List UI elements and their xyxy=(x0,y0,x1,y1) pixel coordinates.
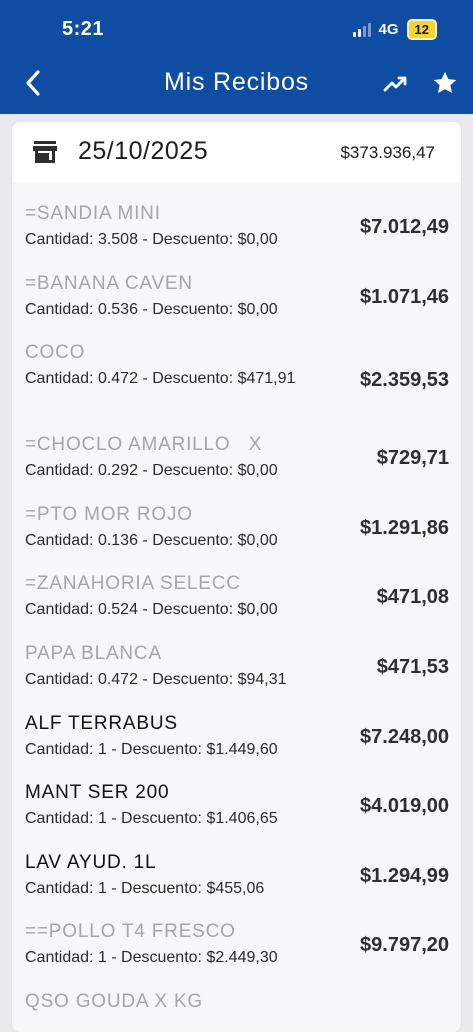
list-item[interactable]: MANT SER 200 Cantidad: 1 - Descuento: $1… xyxy=(12,779,461,849)
item-price: $1.294,99 xyxy=(360,864,449,887)
item-detail: Cantidad: 3.508 - Descuento: $0,00 xyxy=(25,231,278,248)
signal-icon xyxy=(352,22,371,37)
list-item[interactable]: =SANDIA MINI Cantidad: 3.508 - Descuento… xyxy=(12,200,461,270)
receipt-header[interactable]: 25/10/2025 $373.936,47 xyxy=(12,122,461,182)
item-price: $729,71 xyxy=(376,447,449,470)
item-detail: Cantidad: 0.472 - Descuento: $94,31 xyxy=(25,670,287,688)
item-name: QSO GOUDA X KG xyxy=(25,990,204,1012)
item-price: $9.797,20 xyxy=(360,934,449,957)
network-type: 4G xyxy=(378,21,399,38)
item-detail: Cantidad: 1 - Descuento: $1.449,60 xyxy=(25,740,278,758)
item-price: $1.071,46 xyxy=(360,285,449,308)
item-name: =ZANAHORIA SELECC xyxy=(25,573,241,595)
list-item[interactable]: ==POLLO T4 FRESCO Cantidad: 1 - Descuent… xyxy=(12,918,461,988)
list-item[interactable]: COCO Cantidad: 0.472 - Descuento: $471,9… xyxy=(12,339,461,431)
star-icon[interactable] xyxy=(431,69,459,97)
item-price: $7.248,00 xyxy=(360,725,449,748)
list-item[interactable]: =PTO MOR ROJO Cantidad: 0.136 - Descuent… xyxy=(12,501,461,571)
item-detail: Cantidad: 0.136 - Descuento: $0,00 xyxy=(25,531,278,549)
list-item[interactable]: =BANANA CAVEN Cantidad: 0.536 - Descuent… xyxy=(12,270,461,340)
item-detail: Cantidad: 1 - Descuento: $455,06 xyxy=(25,879,265,897)
item-name: ==POLLO T4 FRESCO xyxy=(25,921,236,943)
item-price: $471,08 xyxy=(376,586,449,609)
list-item[interactable]: QSO GOUDA X KG xyxy=(12,988,461,1032)
list-item[interactable]: LAV AYUD. 1L Cantidad: 1 - Descuento: $4… xyxy=(12,849,461,919)
item-price: $2.359,53 xyxy=(360,369,449,392)
list-item[interactable]: =CHOCLO AMARILLO X Cantidad: 0.292 - Des… xyxy=(12,431,461,501)
item-price: $4.019,00 xyxy=(360,795,449,818)
battery-icon: 12 xyxy=(406,19,437,40)
store-icon xyxy=(32,140,58,164)
receipt-total: $373.936,47 xyxy=(340,143,435,162)
item-name: ALF TERRABUS xyxy=(25,712,178,734)
list-item[interactable]: =ZANAHORIA SELECC Cantidad: 0.524 - Desc… xyxy=(12,570,461,640)
item-name: COCO xyxy=(25,342,86,364)
trending-up-icon[interactable] xyxy=(383,72,409,96)
item-detail: Cantidad: 0.536 - Descuento: $0,00 xyxy=(25,300,278,318)
item-name: =SANDIA MINI xyxy=(25,203,161,224)
item-name: =CHOCLO AMARILLO X xyxy=(25,434,263,456)
list-item[interactable]: ALF TERRABUS Cantidad: 1 - Descuento: $1… xyxy=(12,710,461,780)
item-detail: Cantidad: 0.292 - Descuento: $0,00 xyxy=(25,462,278,480)
receipt-items-list: =SANDIA MINI Cantidad: 3.508 - Descuento… xyxy=(12,182,461,1032)
item-name: =PTO MOR ROJO xyxy=(25,503,193,525)
item-price: $7.012,49 xyxy=(360,216,449,238)
navbar: Mis Recibos xyxy=(0,56,473,114)
status-indicators: 4G 12 xyxy=(352,19,437,40)
item-name: =BANANA CAVEN xyxy=(25,272,193,294)
status-bar: 5:21 4G 12 xyxy=(0,0,473,56)
item-price: $1.291,86 xyxy=(360,516,449,539)
list-item[interactable]: PAPA BLANCA Cantidad: 0.472 - Descuento:… xyxy=(12,640,461,710)
app-header: 5:21 4G 12 Mis Recibos xyxy=(0,0,473,114)
receipt-date: 25/10/2025 xyxy=(78,137,209,165)
item-detail: Cantidad: 1 - Descuento: $1.406,65 xyxy=(25,810,278,828)
receipt-card: 25/10/2025 $373.936,47 =SANDIA MINI Cant… xyxy=(12,122,461,1032)
item-detail: Cantidad: 1 - Descuento: $2.449,30 xyxy=(25,949,278,967)
item-detail: Cantidad: 0.472 - Descuento: $471,91 xyxy=(25,370,296,388)
item-name: LAV AYUD. 1L xyxy=(25,851,157,873)
item-detail: Cantidad: 0.524 - Descuento: $0,00 xyxy=(25,601,278,619)
item-name: PAPA BLANCA xyxy=(25,642,162,664)
status-time: 5:21 xyxy=(62,18,105,40)
item-price: $471,53 xyxy=(376,655,449,678)
item-name: MANT SER 200 xyxy=(25,782,170,804)
